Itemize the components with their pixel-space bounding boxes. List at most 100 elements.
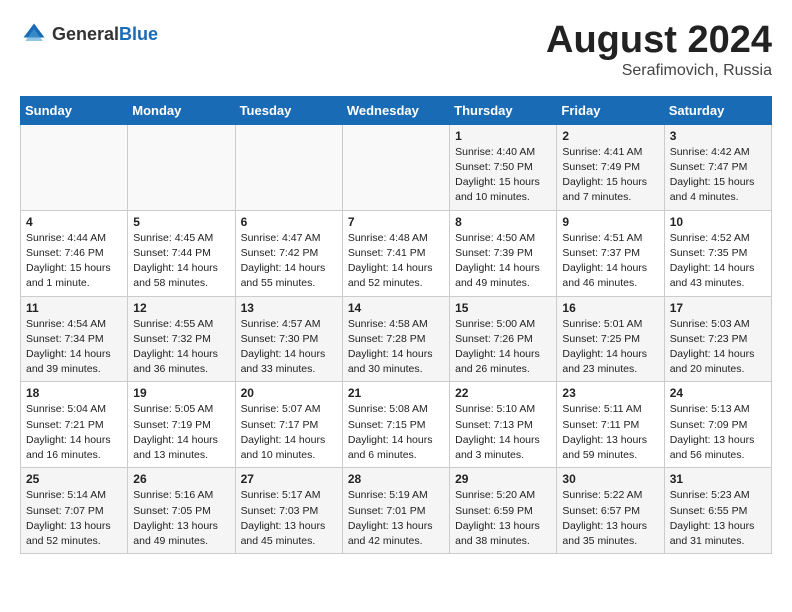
page-header: GeneralBlue August 2024 Serafimovich, Ru… [20, 20, 772, 80]
week-row-3: 11 Sunrise: 4:54 AMSunset: 7:34 PMDayligh… [21, 296, 772, 382]
day-content: Sunrise: 5:04 AMSunset: 7:21 PMDaylight:… [26, 402, 122, 463]
logo-icon [20, 20, 48, 48]
day-number: 30 [562, 472, 658, 486]
calendar-cell: 2 Sunrise: 4:41 AMSunset: 7:49 PMDaylight… [557, 124, 664, 210]
day-number: 3 [670, 129, 766, 143]
logo-text-blue: Blue [119, 24, 158, 44]
day-number: 27 [241, 472, 337, 486]
weekday-header-wednesday: Wednesday [342, 96, 449, 124]
title-block: August 2024 Serafimovich, Russia [546, 20, 772, 80]
weekday-header-row: SundayMondayTuesdayWednesdayThursdayFrid… [21, 96, 772, 124]
calendar-cell: 7 Sunrise: 4:48 AMSunset: 7:41 PMDaylight… [342, 210, 449, 296]
day-content: Sunrise: 4:41 AMSunset: 7:49 PMDaylight:… [562, 145, 658, 206]
location: Serafimovich, Russia [546, 62, 772, 80]
week-row-1: 1Sunrise: 4:40 AMSunset: 7:50 PMDaylight… [21, 124, 772, 210]
day-number: 1 [455, 129, 551, 143]
weekday-header-monday: Monday [128, 96, 235, 124]
day-content: Sunrise: 5:16 AMSunset: 7:05 PMDaylight:… [133, 488, 229, 549]
day-number: 10 [670, 215, 766, 229]
calendar-cell: 28 Sunrise: 5:19 AMSunset: 7:01 PMDayligh… [342, 468, 449, 554]
week-row-5: 25 Sunrise: 5:14 AMSunset: 7:07 PMDayligh… [21, 468, 772, 554]
calendar-cell: 30 Sunrise: 5:22 AMSunset: 6:57 PMDayligh… [557, 468, 664, 554]
day-number: 17 [670, 301, 766, 315]
calendar-table: SundayMondayTuesdayWednesdayThursdayFrid… [20, 96, 772, 554]
calendar-cell [235, 124, 342, 210]
day-number: 25 [26, 472, 122, 486]
calendar-cell: 31Sunrise: 5:23 AMSunset: 6:55 PMDayligh… [664, 468, 771, 554]
calendar-cell: 18 Sunrise: 5:04 AMSunset: 7:21 PMDayligh… [21, 382, 128, 468]
day-content: Sunrise: 5:22 AMSunset: 6:57 PMDaylight:… [562, 488, 658, 549]
day-number: 20 [241, 386, 337, 400]
day-content: Sunrise: 4:54 AMSunset: 7:34 PMDaylight:… [26, 317, 122, 378]
day-number: 18 [26, 386, 122, 400]
day-number: 24 [670, 386, 766, 400]
calendar-cell: 9Sunrise: 4:51 AMSunset: 7:37 PMDaylight… [557, 210, 664, 296]
calendar-cell: 26 Sunrise: 5:16 AMSunset: 7:05 PMDayligh… [128, 468, 235, 554]
day-number: 7 [348, 215, 444, 229]
calendar-cell: 19 Sunrise: 5:05 AMSunset: 7:19 PMDayligh… [128, 382, 235, 468]
day-content: Sunrise: 4:57 AMSunset: 7:30 PMDaylight:… [241, 317, 337, 378]
week-row-2: 4 Sunrise: 4:44 AMSunset: 7:46 PMDaylight… [21, 210, 772, 296]
calendar-cell: 22Sunrise: 5:10 AMSunset: 7:13 PMDayligh… [450, 382, 557, 468]
day-number: 26 [133, 472, 229, 486]
day-number: 19 [133, 386, 229, 400]
day-number: 16 [562, 301, 658, 315]
day-number: 21 [348, 386, 444, 400]
calendar-cell: 24 Sunrise: 5:13 AMSunset: 7:09 PMDayligh… [664, 382, 771, 468]
calendar-cell [128, 124, 235, 210]
day-number: 8 [455, 215, 551, 229]
calendar-cell: 3 Sunrise: 4:42 AMSunset: 7:47 PMDaylight… [664, 124, 771, 210]
day-content: Sunrise: 4:50 AMSunset: 7:39 PMDaylight:… [455, 231, 551, 292]
weekday-header-tuesday: Tuesday [235, 96, 342, 124]
day-content: Sunrise: 5:19 AMSunset: 7:01 PMDaylight:… [348, 488, 444, 549]
weekday-header-friday: Friday [557, 96, 664, 124]
calendar-cell: 5Sunrise: 4:45 AMSunset: 7:44 PMDaylight… [128, 210, 235, 296]
day-number: 6 [241, 215, 337, 229]
day-content: Sunrise: 4:47 AMSunset: 7:42 PMDaylight:… [241, 231, 337, 292]
calendar-cell: 1Sunrise: 4:40 AMSunset: 7:50 PMDaylight… [450, 124, 557, 210]
day-content: Sunrise: 5:07 AMSunset: 7:17 PMDaylight:… [241, 402, 337, 463]
calendar-cell: 15Sunrise: 5:00 AMSunset: 7:26 PMDayligh… [450, 296, 557, 382]
calendar-cell [21, 124, 128, 210]
day-content: Sunrise: 5:14 AMSunset: 7:07 PMDaylight:… [26, 488, 122, 549]
day-number: 23 [562, 386, 658, 400]
calendar-cell: 12 Sunrise: 4:55 AMSunset: 7:32 PMDayligh… [128, 296, 235, 382]
day-content: Sunrise: 4:48 AMSunset: 7:41 PMDaylight:… [348, 231, 444, 292]
calendar-cell: 20 Sunrise: 5:07 AMSunset: 7:17 PMDayligh… [235, 382, 342, 468]
day-content: Sunrise: 4:51 AMSunset: 7:37 PMDaylight:… [562, 231, 658, 292]
day-content: Sunrise: 4:55 AMSunset: 7:32 PMDaylight:… [133, 317, 229, 378]
day-number: 4 [26, 215, 122, 229]
week-row-4: 18 Sunrise: 5:04 AMSunset: 7:21 PMDayligh… [21, 382, 772, 468]
calendar-cell [342, 124, 449, 210]
calendar-cell: 23 Sunrise: 5:11 AMSunset: 7:11 PMDayligh… [557, 382, 664, 468]
day-content: Sunrise: 4:42 AMSunset: 7:47 PMDaylight:… [670, 145, 766, 206]
calendar-cell: 14Sunrise: 4:58 AMSunset: 7:28 PMDayligh… [342, 296, 449, 382]
day-number: 28 [348, 472, 444, 486]
day-number: 5 [133, 215, 229, 229]
month-year: August 2024 [546, 20, 772, 62]
day-content: Sunrise: 5:11 AMSunset: 7:11 PMDaylight:… [562, 402, 658, 463]
day-content: Sunrise: 4:44 AMSunset: 7:46 PMDaylight:… [26, 231, 122, 292]
calendar-cell: 8 Sunrise: 4:50 AMSunset: 7:39 PMDaylight… [450, 210, 557, 296]
day-content: Sunrise: 5:01 AMSunset: 7:25 PMDaylight:… [562, 317, 658, 378]
day-content: Sunrise: 5:17 AMSunset: 7:03 PMDaylight:… [241, 488, 337, 549]
day-content: Sunrise: 5:08 AMSunset: 7:15 PMDaylight:… [348, 402, 444, 463]
day-content: Sunrise: 5:03 AMSunset: 7:23 PMDaylight:… [670, 317, 766, 378]
calendar-cell: 6 Sunrise: 4:47 AMSunset: 7:42 PMDaylight… [235, 210, 342, 296]
calendar-cell: 11 Sunrise: 4:54 AMSunset: 7:34 PMDayligh… [21, 296, 128, 382]
day-content: Sunrise: 5:13 AMSunset: 7:09 PMDaylight:… [670, 402, 766, 463]
calendar-cell: 29Sunrise: 5:20 AMSunset: 6:59 PMDayligh… [450, 468, 557, 554]
day-content: Sunrise: 5:05 AMSunset: 7:19 PMDaylight:… [133, 402, 229, 463]
day-number: 12 [133, 301, 229, 315]
day-number: 31 [670, 472, 766, 486]
day-number: 29 [455, 472, 551, 486]
logo: GeneralBlue [20, 20, 158, 48]
calendar-cell: 13Sunrise: 4:57 AMSunset: 7:30 PMDayligh… [235, 296, 342, 382]
day-number: 15 [455, 301, 551, 315]
calendar-cell: 16 Sunrise: 5:01 AMSunset: 7:25 PMDayligh… [557, 296, 664, 382]
day-number: 2 [562, 129, 658, 143]
day-content: Sunrise: 5:10 AMSunset: 7:13 PMDaylight:… [455, 402, 551, 463]
logo-text-general: General [52, 24, 119, 44]
day-number: 11 [26, 301, 122, 315]
weekday-header-saturday: Saturday [664, 96, 771, 124]
